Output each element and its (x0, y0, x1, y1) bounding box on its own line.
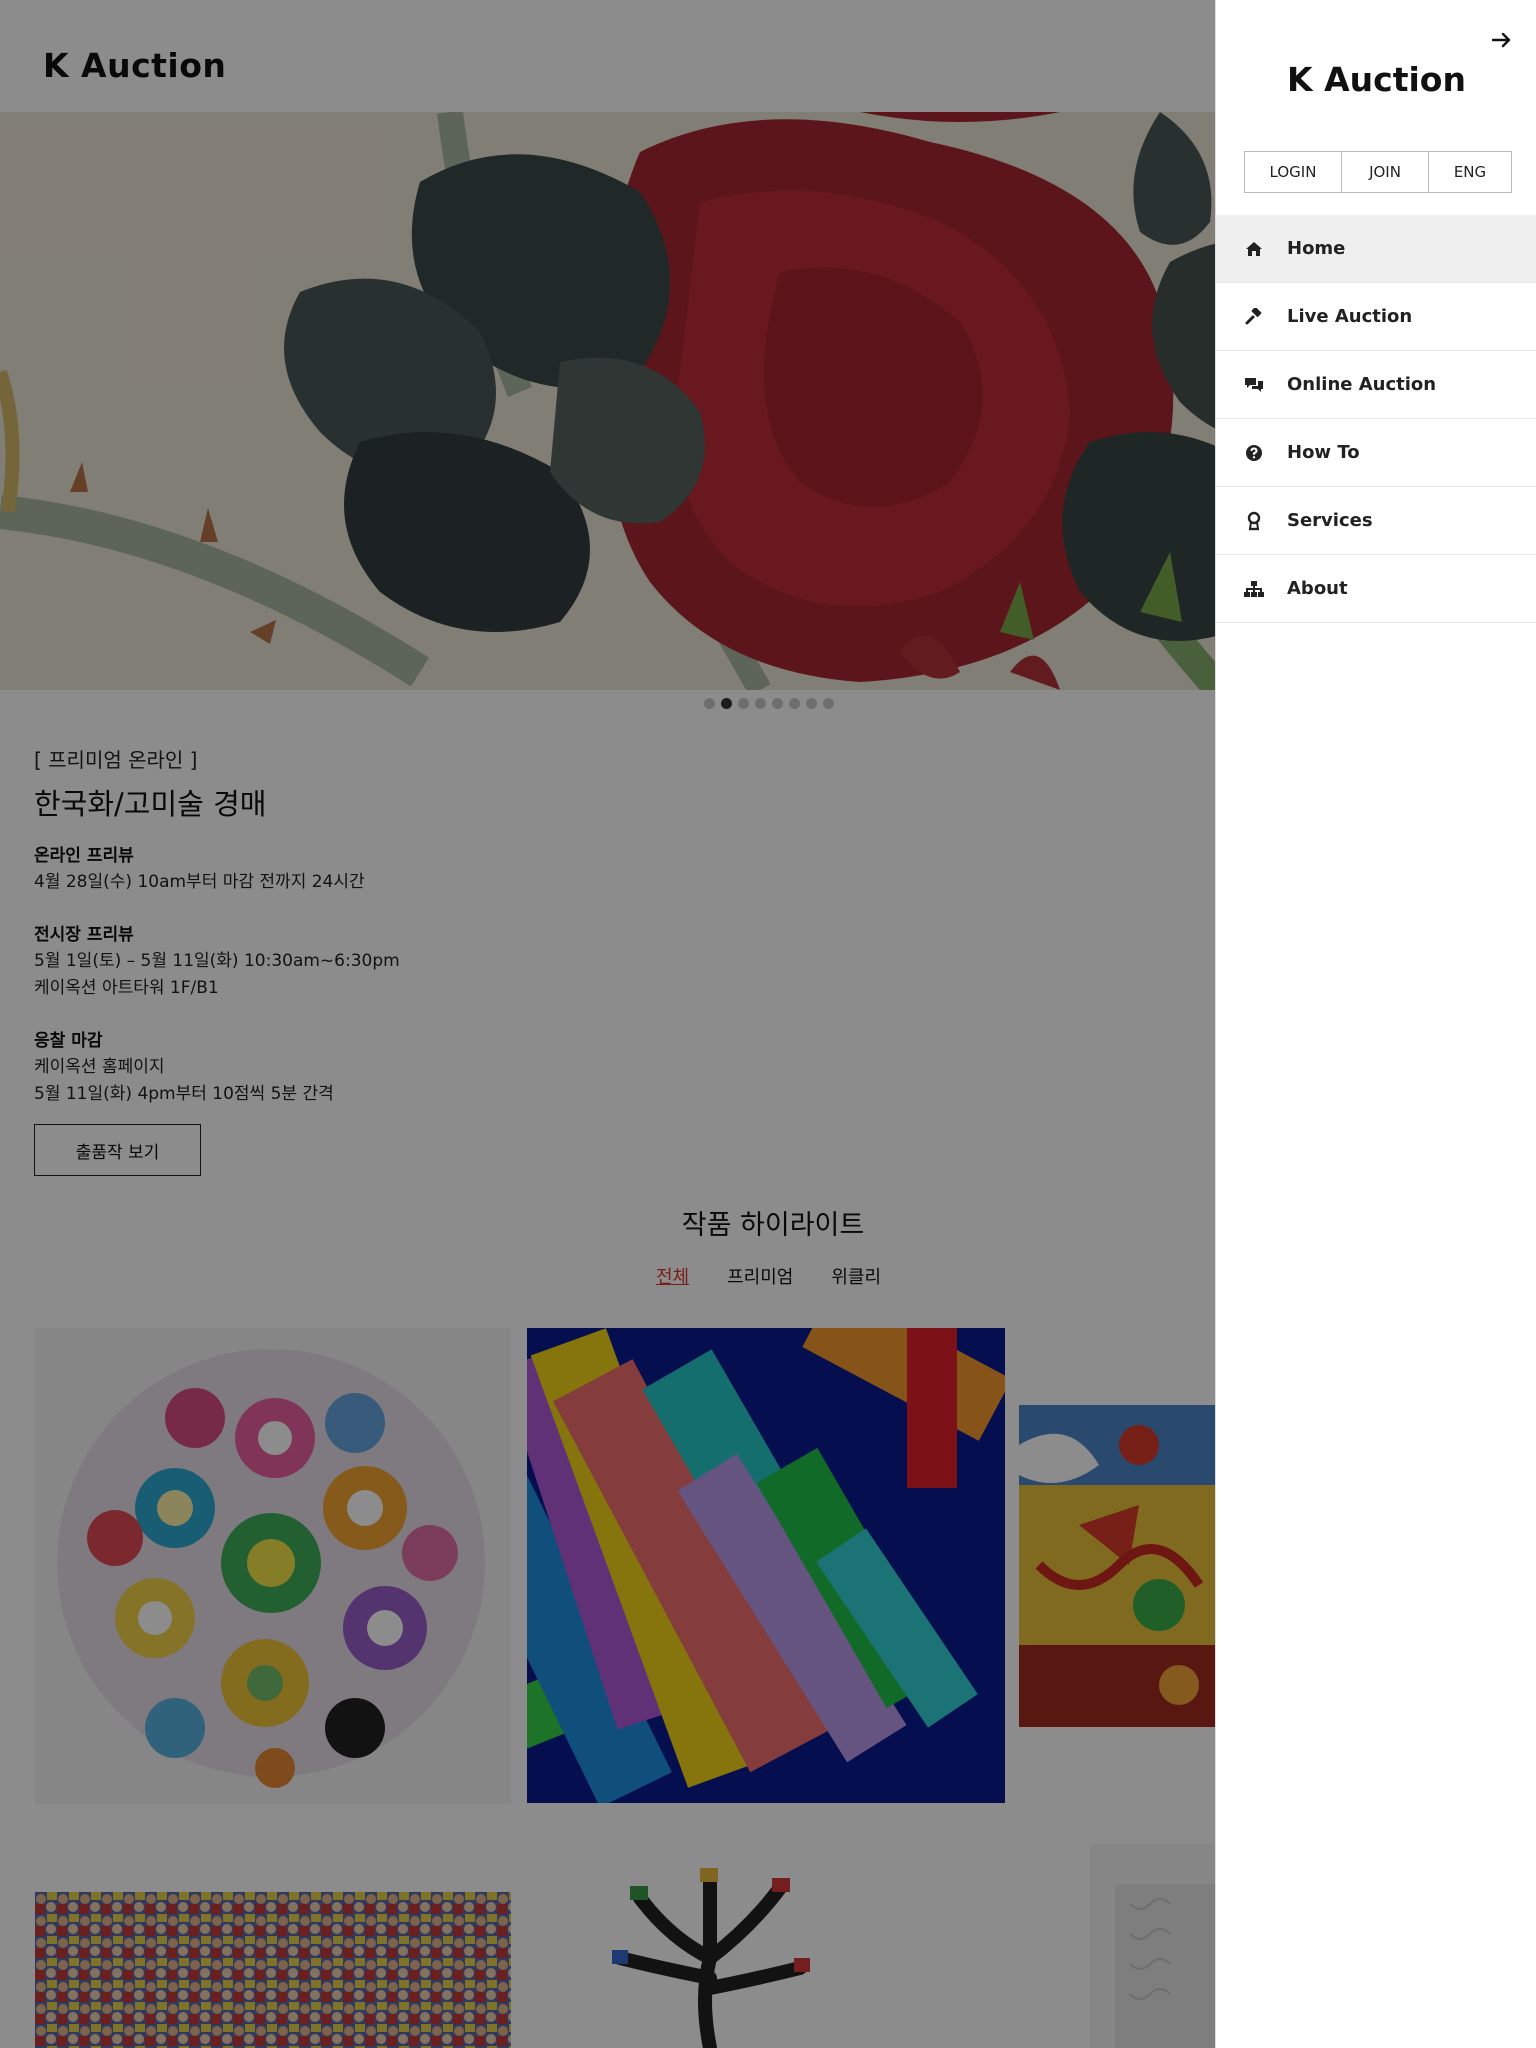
menu-item-label: About (1287, 578, 1348, 599)
gavel-icon (1244, 307, 1264, 327)
language-toggle-button[interactable]: ENG (1429, 152, 1511, 192)
side-drawer: K Auction LOGIN JOIN ENG Home Live Aucti… (1215, 0, 1536, 2048)
question-circle-icon (1244, 443, 1264, 463)
award-icon (1244, 511, 1264, 531)
join-button[interactable]: JOIN (1342, 152, 1429, 192)
login-button[interactable]: LOGIN (1245, 152, 1342, 192)
menu-item-services[interactable]: Services (1216, 487, 1536, 555)
arrow-right-icon (1492, 32, 1511, 48)
sitemap-icon (1244, 579, 1264, 599)
menu-item-online-auction[interactable]: Online Auction (1216, 351, 1536, 419)
menu-item-home[interactable]: Home (1216, 215, 1536, 283)
menu-item-label: Services (1287, 510, 1373, 531)
menu-item-about[interactable]: About (1216, 555, 1536, 623)
menu-item-label: Live Auction (1287, 306, 1413, 327)
drawer-menu: Home Live Auction Online Auction How To … (1216, 215, 1536, 623)
chat-icon (1244, 375, 1264, 395)
drawer-logo[interactable]: K Auction (1216, 60, 1536, 99)
menu-item-label: Online Auction (1287, 374, 1437, 395)
menu-item-live-auction[interactable]: Live Auction (1216, 283, 1536, 351)
menu-item-label: Home (1287, 238, 1346, 259)
auth-buttons: LOGIN JOIN ENG (1244, 151, 1512, 193)
menu-item-how-to[interactable]: How To (1216, 419, 1536, 487)
home-icon (1244, 239, 1264, 259)
close-drawer-button[interactable] (1488, 26, 1516, 54)
menu-item-label: How To (1287, 442, 1360, 463)
